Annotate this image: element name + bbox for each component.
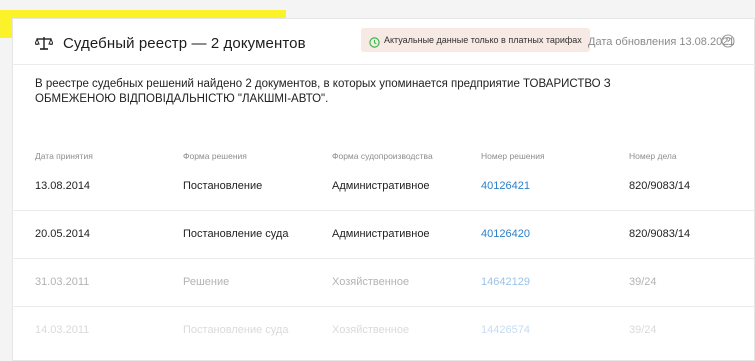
column-header-date: Дата принятия: [35, 151, 93, 161]
badge-text: Актуальные данные только в платных тариф…: [384, 35, 582, 45]
cell-proceeding: Хозяйственное: [332, 276, 410, 288]
column-header-form: Форма решения: [183, 151, 247, 161]
cell-date: 13.08.2014: [35, 180, 91, 192]
registry-description: В реестре судебных решений найдено 2 док…: [35, 78, 611, 105]
cell-form: Постановление суда: [183, 324, 289, 336]
table-row: 13.08.2014 Постановление Административно…: [13, 163, 755, 210]
cell-case: 820/9083/14: [629, 228, 691, 240]
update-date: Дата обновления 13.08.2021: [588, 36, 735, 48]
cell-proceeding: Административное: [332, 180, 430, 192]
decision-number-link: 14642129: [481, 276, 530, 288]
clock-icon: [369, 35, 380, 48]
decisions-table: Дата принятия Форма решения Форма судопр…: [13, 143, 755, 354]
cell-form: Постановление суда: [183, 228, 289, 240]
paid-data-badge[interactable]: Актуальные данные только в платных тариф…: [361, 28, 590, 52]
title-group: Судебный реестр — 2 документов: [34, 29, 306, 57]
table-row-locked: 14.03.2011 Постановление суда Хозяйствен…: [13, 306, 755, 354]
column-header-case: Номер дела: [629, 151, 677, 161]
cell-date: 14.03.2011: [35, 324, 90, 336]
card-header: Судебный реестр — 2 документов Актуальны…: [13, 19, 755, 65]
page-title: Судебный реестр — 2 документов: [63, 34, 306, 52]
cell-form: Решение: [183, 276, 230, 288]
table-row: 20.05.2014 Постановление суда Администра…: [13, 210, 755, 258]
cell-date: 31.03.2011: [35, 276, 90, 288]
cell-form: Постановление: [183, 180, 263, 192]
cell-case: 39/24: [629, 324, 657, 336]
court-registry-card: Судебный реестр — 2 документов Актуальны…: [12, 18, 755, 361]
cell-case: 820/9083/14: [629, 180, 691, 192]
help-icon[interactable]: [721, 34, 735, 48]
decision-number-link: 14426574: [481, 324, 530, 336]
column-header-decision: Номер решения: [481, 151, 545, 161]
table-row-locked: 31.03.2011 Решение Хозяйственное 1464212…: [13, 258, 755, 306]
cell-date: 20.05.2014: [35, 228, 91, 240]
decision-number-link[interactable]: 40126421: [481, 180, 530, 192]
cell-case: 39/24: [629, 276, 657, 288]
cell-proceeding: Административное: [332, 228, 430, 240]
table-header: Дата принятия Форма решения Форма судопр…: [13, 143, 755, 163]
column-header-proceeding: Форма судопроизводства: [332, 151, 433, 161]
decision-number-link[interactable]: 40126420: [481, 228, 530, 240]
scales-icon: [34, 35, 54, 51]
cell-proceeding: Хозяйственное: [332, 324, 410, 336]
